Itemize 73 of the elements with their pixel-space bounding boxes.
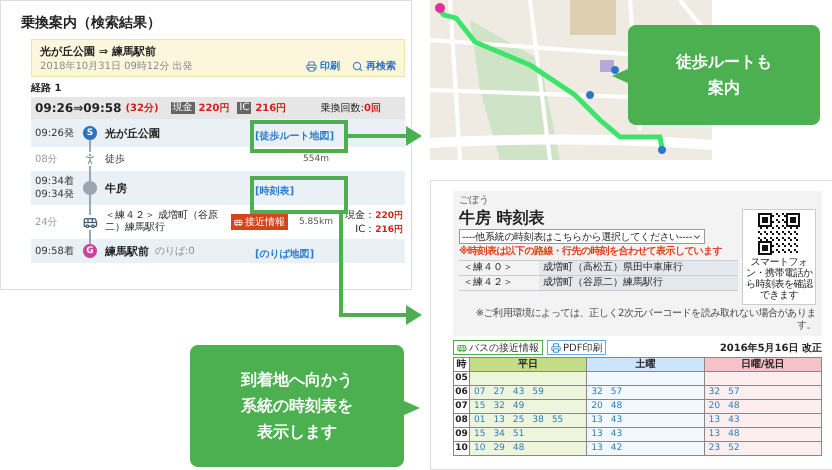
callout-text: 到着地へ向かう 系統の時刻表を 表示します	[241, 369, 353, 443]
minutes-cell: 20 48	[587, 400, 705, 414]
column-header: 日曜/祝日	[704, 358, 822, 372]
minutes-cell: 13 43	[587, 414, 705, 428]
fare-text: IC：216円	[355, 223, 403, 236]
bus-line: ＜練４２＞ 成増町（谷原二）練馬駅行	[105, 210, 220, 234]
stop-name: 練馬駅前	[105, 244, 149, 258]
stop-link[interactable]: [時刻表]	[253, 186, 294, 196]
minutes-cell: 23 52	[704, 442, 822, 456]
walk-label: 徒歩	[105, 152, 125, 166]
minutes-cell: 15 32 49	[470, 400, 588, 414]
minutes-cell: 07 27 43 59	[470, 386, 588, 400]
step-time: 09:34発	[35, 188, 75, 201]
route-destination-cell: 成増町（高松五）県田中車庫行	[539, 261, 738, 275]
minutes-cell: 10 29 48	[470, 442, 588, 456]
walk-distance: 554m	[303, 154, 330, 164]
bus-icon	[234, 218, 243, 226]
minutes-cell: 13 48	[704, 428, 822, 442]
printer-icon	[306, 60, 317, 72]
minutes-cell: 13 43	[587, 428, 705, 442]
timetable-notice: ※時刻表は以下の路線・行先の時刻を合わせて表示しています	[459, 246, 723, 258]
print-link[interactable]: 印刷	[306, 59, 340, 73]
stop-link[interactable]: [のりば地図]	[253, 248, 314, 260]
route-duration: (32分)	[125, 102, 159, 115]
qr-code	[758, 213, 800, 255]
platform-label: のりば:0	[155, 245, 195, 258]
bus-icon	[457, 342, 467, 352]
callout-text: 徒歩ルートも 案内	[676, 51, 772, 99]
qr-caption: スマートフォン・携帯電話から時刻表を確認できます	[744, 257, 814, 301]
minutes-cell: 32 57	[587, 386, 705, 400]
minutes-cell: 13 43	[704, 414, 822, 428]
pdf-print-button[interactable]: PDF印刷	[547, 340, 606, 355]
route-destination-cell: 成増町（谷原二）練馬駅行	[539, 276, 738, 290]
step-duration: 24分	[35, 216, 59, 228]
route-stations: 光が丘公園 ⇒ 練馬駅前	[40, 44, 157, 59]
step-time: 09:34着	[35, 175, 75, 188]
departure-date: 2018年10月31日 09時12分 出発	[40, 60, 193, 73]
transfer-count: 乗換回数:0回	[320, 102, 382, 115]
fare-badge: IC	[237, 102, 252, 114]
route-label: 経路 1	[31, 83, 62, 95]
printer-icon	[551, 342, 561, 352]
panel-title: 乗換案内（検索結果）	[21, 14, 162, 33]
approach-info-button[interactable]: バスの接近情報	[453, 340, 543, 355]
minutes-cell: 15 34 51	[470, 428, 588, 442]
stop-reading: ごぼう	[459, 195, 490, 207]
bus-distance: 5.85km	[298, 217, 333, 227]
revision-date: 2016年5月16日 改正	[720, 342, 822, 354]
fare-amount: 216円	[255, 102, 286, 115]
column-header: 土曜	[587, 358, 705, 372]
approach-info-badge[interactable]: 接近情報	[231, 214, 288, 230]
stop-marker: G	[83, 244, 97, 258]
timetable-title: 牛房 時刻表	[459, 209, 546, 227]
route-select[interactable]: ----他系統の時刻表はこちらから選択してください----	[459, 229, 706, 244]
walking-person-icon	[83, 152, 97, 166]
column-header: 時	[454, 358, 470, 372]
stop-name: 光が丘公園	[105, 126, 160, 140]
minutes-cell: 01 13 25 38 55	[470, 414, 588, 428]
route-times: 09:26⇒09:58	[35, 101, 122, 115]
fare-amount: 220円	[198, 102, 230, 115]
stop-marker: S	[83, 126, 97, 140]
stop-link[interactable]: [徒歩ルート地図]	[253, 130, 334, 142]
step-time: 09:58着	[35, 244, 75, 258]
fare-badge: 現金	[170, 102, 195, 114]
search-again-link[interactable]: 再検索	[352, 59, 396, 73]
column-header: 平日	[470, 358, 588, 372]
qr-note: ※ご利用環境によっては、正しく2次元バーコードを読み取れない場合があります。	[474, 308, 816, 332]
minutes-cell: 13 42	[587, 442, 705, 456]
step-time: 09:26発	[35, 126, 75, 140]
minutes-cell: 32 57	[704, 386, 822, 400]
search-icon	[352, 60, 363, 72]
step-duration: 08分	[35, 152, 59, 166]
stop-name: 牛房	[105, 180, 127, 196]
minutes-cell: 20 48	[704, 400, 822, 414]
